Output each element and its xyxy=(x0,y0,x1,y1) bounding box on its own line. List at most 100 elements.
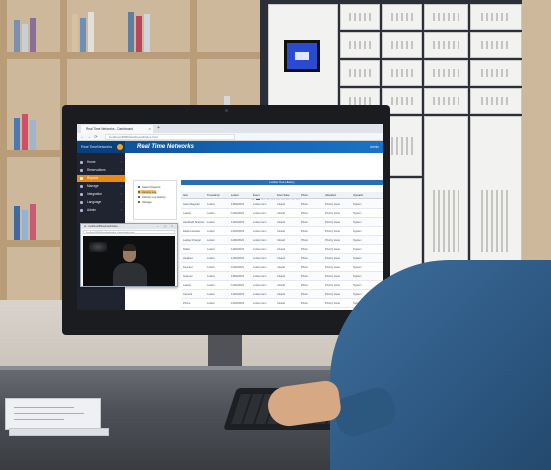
table-cell: Priority Issue xyxy=(325,212,340,215)
tree-item-label: Access Log xyxy=(142,190,157,194)
column-header[interactable]: Timestamp xyxy=(207,192,231,199)
table-cell: System xyxy=(353,239,362,242)
table-cell: Closed xyxy=(277,203,286,206)
chevron-right-icon: › xyxy=(120,184,122,188)
app-header: Real TimeNetworks Real Time Networks Adm… xyxy=(77,141,383,153)
sidebar-item-reservations[interactable]: Reservations › xyxy=(77,167,125,174)
report-tree: Select Reports Access Log Activity Log His… xyxy=(133,180,177,220)
book xyxy=(30,204,36,240)
shelf-post xyxy=(0,0,7,330)
column-header[interactable]: Item xyxy=(183,192,207,199)
table-cell: Priority Issue xyxy=(325,248,340,251)
column-header[interactable]: Photo xyxy=(301,192,325,199)
column-header[interactable]: Locker xyxy=(231,192,255,199)
table-cell: Locker item xyxy=(253,257,267,260)
logo-badge-icon xyxy=(117,144,123,150)
table-cell: 14/03/2023 xyxy=(231,284,244,287)
shelf-board xyxy=(0,52,265,59)
home-icon xyxy=(80,161,83,164)
table-cell: Locker item xyxy=(253,266,267,269)
window-controls[interactable]: – ▢ × xyxy=(157,224,175,229)
table-row[interactable]: Phone Locker 14/03/2023 Locker item Closed Ph… xyxy=(181,299,383,308)
sidebar-item-admin[interactable]: Admin › xyxy=(77,207,125,214)
sidebar-item-manage[interactable]: Manage › xyxy=(77,183,125,190)
new-tab-button[interactable]: + xyxy=(157,124,160,133)
table-cell: Priority Issue xyxy=(325,257,340,260)
table-cell: Laptop xyxy=(183,284,191,287)
table-row[interactable]: Asset Register Locker 14/03/2023 Locker ite… xyxy=(181,200,383,209)
table-row[interactable]: Keycard Locker 14/03/2023 Locker item Closed… xyxy=(181,263,383,272)
tree-item[interactable]: Storage xyxy=(138,200,152,204)
table-row[interactable]: Laptop Charger Locker 14/03/2023 Locker ite… xyxy=(181,236,383,245)
browser-tab[interactable]: Real Time Networks - Dashboard × xyxy=(81,125,153,133)
locker-door xyxy=(424,88,468,114)
checkbox-icon[interactable] xyxy=(138,186,140,188)
locker-door xyxy=(470,4,522,30)
checkbox-icon[interactable] xyxy=(138,191,140,193)
text-line xyxy=(14,413,84,414)
table-cell: Photo xyxy=(301,257,308,260)
app-logo: Real TimeNetworks xyxy=(77,141,125,153)
table-row[interactable]: Laptop Locker 14/03/2023 Locker item Closed P… xyxy=(181,209,383,218)
table-cell: Laptop Charger xyxy=(183,239,202,242)
popup-address-bar[interactable]: localhost:8080/fileupload/video_stream/i… xyxy=(83,230,175,234)
table-cell: 14/03/2023 xyxy=(231,257,244,260)
table-cell: Locker item xyxy=(253,203,267,206)
table-cell: Locker xyxy=(207,266,215,269)
popup-title: a/ - localhost/fileupload/video-... xyxy=(84,225,121,228)
table-cell: Priority Issue xyxy=(325,230,340,233)
locker-door xyxy=(382,60,422,86)
table-row[interactable]: Handheld Scanner Locker 14/03/2023 Locker i… xyxy=(181,218,383,227)
tree-item-label: Activity Log History xyxy=(142,195,166,199)
link-icon xyxy=(80,193,83,196)
tree-item[interactable]: Select Reports xyxy=(138,185,160,189)
table-cell: 14/03/2023 xyxy=(231,275,244,278)
pagination: ◀12345678▶ xyxy=(251,186,301,201)
close-icon[interactable]: × xyxy=(149,125,151,133)
chevron-right-icon: › xyxy=(120,192,122,196)
table-cell: Photo xyxy=(301,284,308,287)
table-row[interactable]: Radio Handset Locker 14/03/2023 Locker item… xyxy=(181,227,383,236)
table-cell: Priority Issue xyxy=(325,266,340,269)
address-bar[interactable]: localhost:8080/dashboard/index.html xyxy=(105,134,235,140)
table-row[interactable]: Tablet Locker 14/03/2023 Locker item Closed P… xyxy=(181,245,383,254)
user-menu[interactable]: Admin xyxy=(370,141,379,153)
tree-item[interactable]: Activity Log History xyxy=(138,195,166,199)
video-stream-window[interactable]: a/ - localhost/fileupload/video-... – ▢ … xyxy=(80,223,178,287)
table-row[interactable]: Headset Locker 14/03/2023 Locker item Closed… xyxy=(181,254,383,263)
column-header[interactable]: Operator xyxy=(353,192,377,199)
tree-item[interactable]: Access Log xyxy=(138,190,157,194)
table-cell: Closed xyxy=(277,266,286,269)
table-cell: Photo xyxy=(301,203,308,206)
book xyxy=(144,14,150,52)
sidebar-item-integration[interactable]: Integration › xyxy=(77,191,125,198)
column-header[interactable]: Door State xyxy=(277,192,301,199)
table-cell: Priority Issue xyxy=(325,293,340,296)
table-cell: Priority Issue xyxy=(325,221,340,224)
checkbox-icon[interactable] xyxy=(138,201,140,203)
table-cell: System xyxy=(353,212,362,215)
table-row[interactable]: Camera Locker 14/03/2023 Locker item Closed P… xyxy=(181,290,383,299)
table-cell: Locker item xyxy=(253,284,267,287)
column-header[interactable]: Event xyxy=(253,192,277,199)
sidebar-item-reports[interactable]: Reports › xyxy=(77,175,125,182)
table-cell: Laptop xyxy=(183,212,191,215)
popup-titlebar[interactable]: a/ - localhost/fileupload/video-... – ▢ … xyxy=(81,224,177,229)
table-cell: 14/03/2023 xyxy=(231,266,244,269)
gear-icon xyxy=(80,185,83,188)
table-cell: Photo xyxy=(301,248,308,251)
sidebar-item-language[interactable]: Language › xyxy=(77,199,125,206)
locker-door xyxy=(470,88,522,114)
table-row[interactable]: Laptop Locker 14/03/2023 Locker item Closed P… xyxy=(181,281,383,290)
table-cell: 14/03/2023 xyxy=(231,230,244,233)
table-cell: Locker xyxy=(207,230,215,233)
table-cell: Locker xyxy=(207,293,215,296)
table-row[interactable]: Scanner Locker 14/03/2023 Locker item Closed… xyxy=(181,272,383,281)
column-header[interactable]: Allocation xyxy=(325,192,349,199)
table-cell: Priority Issue xyxy=(325,302,340,305)
sidebar-item-home[interactable]: Home › xyxy=(77,159,125,166)
locker-door xyxy=(340,60,380,86)
checkbox-icon[interactable] xyxy=(138,196,140,198)
table-cell: System xyxy=(353,266,362,269)
nav-buttons[interactable]: ← → ⟳ xyxy=(80,133,99,141)
